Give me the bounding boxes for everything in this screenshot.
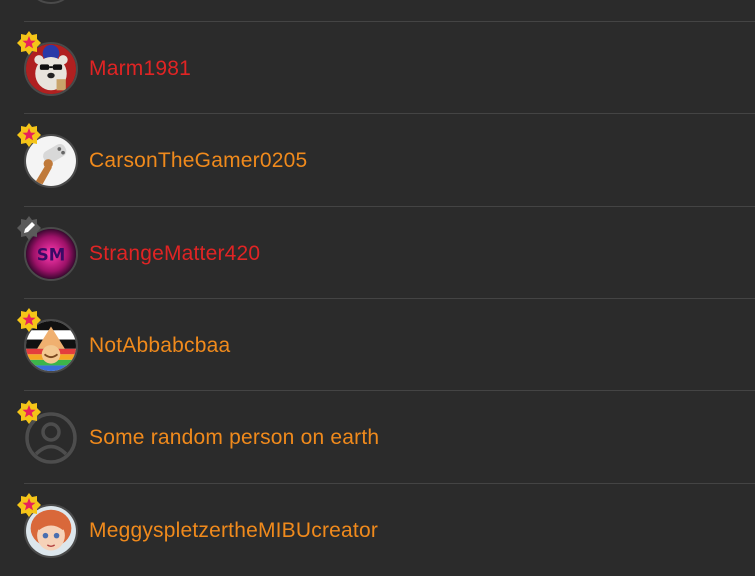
star-badge-icon <box>16 307 42 333</box>
user-list: Marm1981 CarsonTheGamer0205 SM StrangeMa… <box>0 0 755 567</box>
user-row-some-random-person-on-earth[interactable]: Some random person on earth <box>0 391 755 483</box>
user-row-meggyspletzerthemibucreator[interactable]: MeggyspletzertheMIBUcreator <box>0 484 755 576</box>
star-badge-icon <box>16 399 42 425</box>
username[interactable]: CarsonTheGamer0205 <box>89 148 307 174</box>
username[interactable]: StrangeMatter420 <box>89 241 260 267</box>
user-row-marm1981[interactable]: Marm1981 <box>0 22 755 114</box>
star-badge-icon <box>16 122 42 148</box>
partial-avatar <box>26 0 76 4</box>
username[interactable]: MeggyspletzertheMIBUcreator <box>89 518 378 544</box>
user-row-notabbabcbaa[interactable]: NotAbbabcbaa <box>0 299 755 391</box>
svg-text:SM: SM <box>37 245 66 264</box>
username[interactable]: Marm1981 <box>89 56 191 82</box>
username[interactable]: Some random person on earth <box>89 425 379 451</box>
pencil-badge-icon <box>16 215 42 241</box>
star-badge-icon <box>16 492 42 518</box>
username[interactable]: NotAbbabcbaa <box>89 333 230 359</box>
star-badge-icon <box>16 30 42 56</box>
user-row-carsonthegamer0205[interactable]: CarsonTheGamer0205 <box>0 114 755 206</box>
user-row-strangematter420[interactable]: SM StrangeMatter420 <box>0 207 755 299</box>
